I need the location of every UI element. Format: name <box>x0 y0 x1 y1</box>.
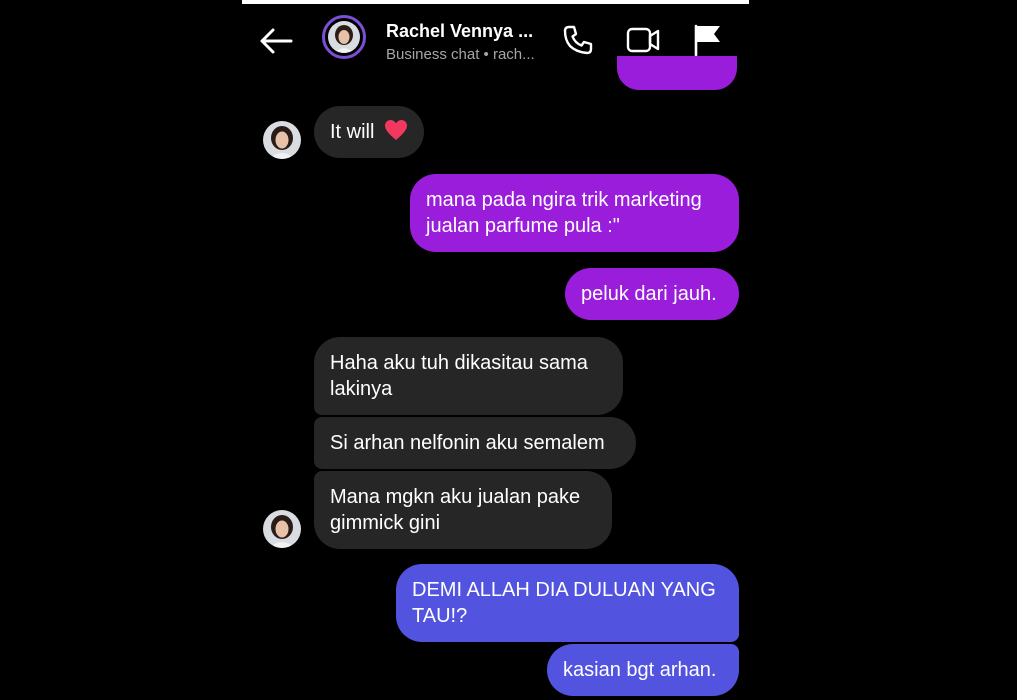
contact-avatar[interactable] <box>322 15 366 59</box>
received-message[interactable]: Si arhan nelfonin aku semalem <box>314 417 636 469</box>
message-line: Haha aku tuh dikasitau sama <box>330 352 588 374</box>
sent-message[interactable]: peluk dari jauh. <box>565 268 739 320</box>
message-line: gimmick gini <box>330 512 441 534</box>
phone-icon <box>563 25 593 55</box>
flag-icon <box>694 24 720 57</box>
message-line: mana pada ngira trik marketing <box>426 189 702 211</box>
message-text: peluk dari jauh. <box>581 283 717 305</box>
video-camera-icon <box>626 27 660 53</box>
sent-message[interactable]: DEMI ALLAH DIA DULUAN YANG TAU!? <box>396 564 739 642</box>
message-bubble-partial[interactable] <box>617 56 737 90</box>
message-text: Si arhan nelfonin aku semalem <box>330 432 605 454</box>
message-line: DEMI ALLAH DIA DULUAN YANG <box>412 579 716 601</box>
arrow-left-icon <box>260 28 293 54</box>
message-line: TAU!? <box>412 605 468 627</box>
back-button[interactable] <box>258 26 294 56</box>
contact-subtitle: Business chat • rach... <box>386 46 535 63</box>
received-message[interactable]: Mana mgkn aku jualan pake gimmick gini <box>314 471 612 549</box>
report-button[interactable] <box>690 22 726 58</box>
contact-name[interactable]: Rachel Vennya ... <box>386 21 533 42</box>
message-line: lakinya <box>330 378 393 400</box>
received-message[interactable]: It will <box>314 106 425 158</box>
message-text: kasian bgt arhan. <box>563 659 717 681</box>
call-button[interactable] <box>560 22 596 58</box>
sender-avatar[interactable] <box>263 510 301 548</box>
sent-message[interactable]: kasian bgt arhan. <box>547 644 739 696</box>
received-message[interactable]: Haha aku tuh dikasitau sama lakinya <box>314 337 623 415</box>
message-line: jualan parfume pula :" <box>426 215 620 237</box>
video-call-button[interactable] <box>625 22 661 58</box>
chat-screen: Rachel Vennya ... Business chat • rach..… <box>242 0 749 700</box>
sender-avatar[interactable] <box>263 121 301 159</box>
red-heart-emoji <box>385 120 408 140</box>
message-line: Mana mgkn aku jualan pake <box>330 486 581 508</box>
message-text: It will <box>330 121 375 143</box>
sent-message[interactable]: mana pada ngira trik marketing jualan pa… <box>410 174 739 252</box>
